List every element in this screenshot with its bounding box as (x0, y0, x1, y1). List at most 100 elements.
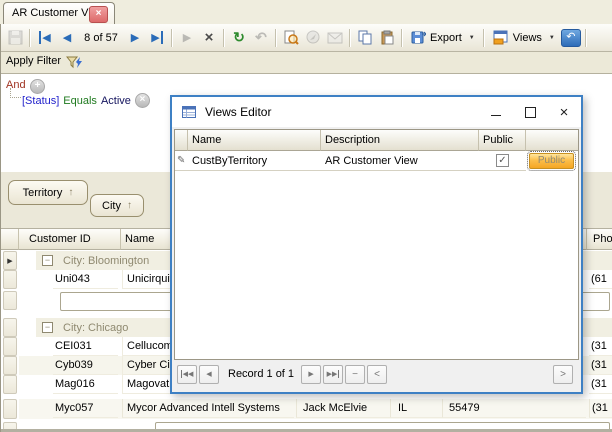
views-column-name[interactable]: Name (188, 130, 321, 151)
last-record-button[interactable]: ▶ (146, 27, 168, 49)
cell-zip: 55479 (442, 399, 586, 418)
print-preview-icon[interactable] (280, 27, 302, 49)
grid-corner-header (1, 229, 19, 250)
minimize-button[interactable] (479, 97, 513, 127)
group-city-label: City (102, 200, 121, 212)
nav-last-button[interactable]: ▶▶ (323, 365, 343, 384)
cell-customer-id: Myc057 (53, 399, 118, 418)
views-grid: Name Description Public ✎ CustByTerritor… (174, 129, 579, 360)
row-indicator[interactable] (3, 399, 17, 419)
row-edit-indicator: ✎ (175, 151, 188, 171)
row-indicator[interactable] (3, 291, 17, 310)
back-icon: ↶ (561, 29, 581, 47)
views-label: Views (513, 32, 542, 44)
cell-phone: (31 (589, 399, 612, 418)
minimize-icon (491, 115, 501, 116)
add-condition-icon[interactable]: + (30, 79, 45, 94)
previous-record-button[interactable]: ◀ (56, 27, 78, 49)
views-editor-dialog: Views Editor × Name Description Public ✎… (170, 95, 583, 394)
cell-customer-id: Cyb039 (53, 356, 118, 375)
views-column-public[interactable]: Public (479, 130, 526, 151)
refresh-icon[interactable]: ↻ (228, 27, 250, 49)
row-indicator-current[interactable]: ▶ (3, 251, 17, 270)
copy-icon[interactable] (354, 27, 376, 49)
column-header-phone[interactable]: Phone (587, 229, 612, 250)
sort-asc-icon: ↑ (127, 200, 132, 211)
back-button[interactable]: ↶ (560, 27, 582, 49)
next-record-button[interactable]: ▶ (124, 27, 146, 49)
navigate-icon[interactable] (302, 27, 324, 49)
close-button[interactable]: × (547, 97, 581, 127)
delete-record-icon[interactable]: × (198, 27, 220, 49)
row-indicator[interactable] (3, 337, 17, 356)
main-toolbar: ◀ ◀ 8 of 57 ▶ ▶ ▶ × ↻ ↶ Export ▼ (0, 24, 612, 52)
public-button[interactable]: Public (529, 153, 574, 169)
dialog-titlebar[interactable]: Views Editor × (172, 97, 581, 127)
cell-customer-id: CEI031 (53, 337, 118, 356)
sort-asc-icon: ↑ (68, 187, 73, 198)
group-row-label: City: Chicago (63, 322, 128, 334)
apply-filter-bar[interactable]: Apply Filter (0, 52, 612, 74)
row-indicator[interactable] (3, 270, 17, 289)
undo-icon[interactable]: ↶ (250, 27, 272, 49)
record-count-label: Record 1 of 1 (228, 368, 294, 380)
toolbar-separator (585, 29, 587, 47)
filter-condition-value[interactable]: Active (101, 95, 131, 107)
collapse-icon[interactable]: − (42, 322, 53, 333)
remove-condition-icon[interactable]: × (135, 93, 150, 108)
tab-close-icon[interactable]: × (89, 6, 108, 23)
table-row[interactable]: Myc057 Mycor Advanced Intell Systems Jac… (19, 399, 612, 419)
filter-condition[interactable]: [Status] Equals Active × (22, 93, 150, 108)
dialog-title: Views Editor (205, 105, 271, 119)
mail-icon[interactable] (324, 27, 346, 49)
nav-first-button[interactable]: ◀◀ (177, 365, 197, 384)
views-cell-public: ✓ (479, 151, 526, 171)
scroll-left-button[interactable]: < (367, 365, 387, 384)
maximize-button[interactable] (513, 97, 547, 127)
toolbar-separator (171, 29, 173, 47)
row-indicator[interactable] (3, 356, 17, 375)
nav-previous-button[interactable]: ◀ (199, 365, 219, 384)
public-checkbox[interactable]: ✓ (496, 154, 509, 167)
nav-minus-button[interactable]: − (345, 365, 365, 384)
tab-ar-customer-view[interactable]: AR Customer View × (3, 2, 115, 25)
group-territory-label: Territory (23, 187, 63, 199)
views-button[interactable]: Views ▼ (488, 28, 560, 47)
pencil-icon: ✎ (177, 155, 185, 166)
maximize-icon (525, 107, 536, 118)
filter-condition-operator[interactable]: Equals (63, 95, 97, 107)
new-record-icon[interactable]: ▶ (176, 27, 198, 49)
export-dropdown-icon[interactable]: ▼ (469, 35, 475, 41)
left-edge (0, 24, 1, 432)
row-indicator[interactable] (3, 318, 17, 337)
row-indicator[interactable] (3, 375, 17, 394)
filter-tree-line (10, 88, 21, 98)
views-cell-name[interactable]: CustByTerritory (188, 151, 321, 171)
views-column-description[interactable]: Description (321, 130, 479, 151)
cell-customer-id: Mag016 (53, 375, 118, 394)
first-record-button[interactable]: ◀ (34, 27, 56, 49)
filter-condition-field[interactable]: [Status] (22, 95, 59, 107)
group-button-territory[interactable]: Territory ↑ (8, 180, 88, 205)
toolbar-separator (29, 29, 31, 47)
nav-next-button[interactable]: ▶ (301, 365, 321, 384)
cell-phone: (31 (589, 375, 612, 394)
column-header-customer-id[interactable]: Customer ID (19, 229, 121, 250)
cell-name: Mycor Advanced Intell Systems (122, 399, 294, 418)
views-grid-corner (175, 130, 188, 151)
save-icon[interactable] (4, 27, 26, 49)
views-cell-description[interactable]: AR Customer View (321, 151, 479, 171)
collapse-icon[interactable]: − (42, 255, 53, 266)
export-button[interactable]: Export ▼ (406, 28, 480, 47)
toolbar-separator (223, 29, 225, 47)
cell-phone: (61 (589, 270, 612, 289)
views-column-blank[interactable] (526, 130, 578, 151)
tab-strip: AR Customer View × (0, 0, 612, 25)
scroll-right-button[interactable]: > (553, 365, 573, 384)
paste-icon[interactable] (376, 27, 398, 49)
views-dropdown-icon[interactable]: ▼ (549, 35, 555, 41)
dialog-record-navigator: ◀◀ ◀ Record 1 of 1 ▶ ▶▶ − < > (174, 363, 579, 385)
cell-state: IL (390, 399, 442, 418)
views-editor-icon (181, 104, 197, 120)
group-button-city[interactable]: City ↑ (90, 194, 144, 217)
